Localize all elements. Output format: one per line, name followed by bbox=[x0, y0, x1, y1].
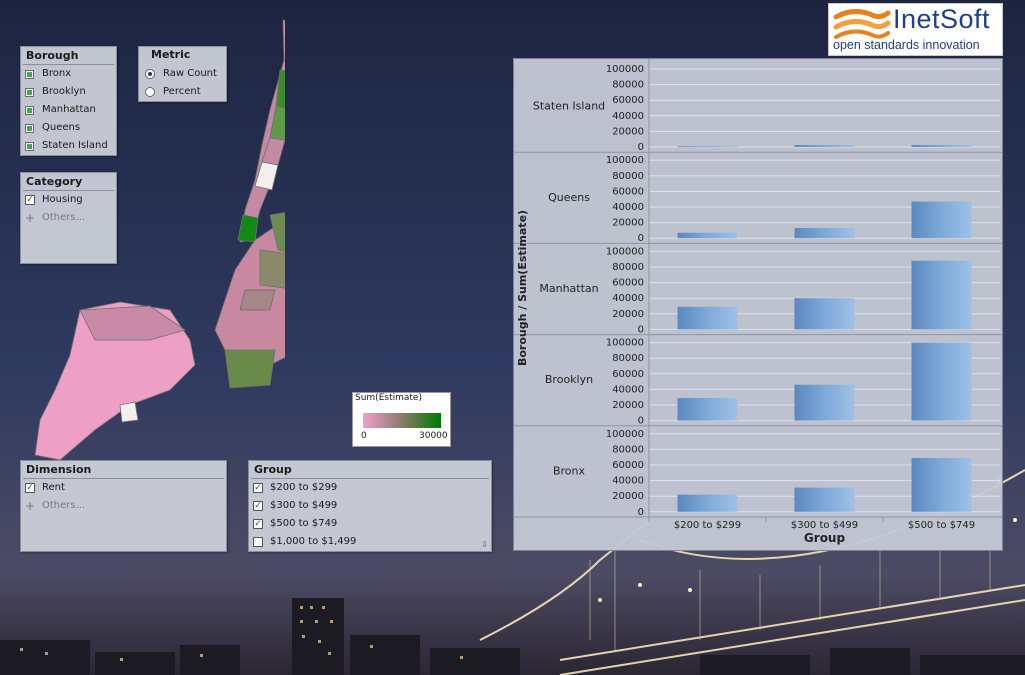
bar bbox=[911, 457, 972, 512]
facet-label: Staten Island bbox=[533, 100, 605, 113]
bar bbox=[794, 487, 855, 512]
y-tick-label: 20000 bbox=[612, 218, 644, 229]
bar bbox=[911, 260, 972, 330]
y-tick-label: 40000 bbox=[612, 293, 644, 304]
bar bbox=[911, 201, 972, 239]
borough-group-bar-chart: 100000 80000 60000 40000 20000 0 Staten Island… bbox=[513, 58, 1003, 551]
y-tick-label: 20000 bbox=[612, 400, 644, 411]
y-tick-label: 0 bbox=[638, 324, 644, 335]
dimension-filter-panel: Dimension ✓ Rent + Others... bbox=[20, 460, 227, 552]
plus-icon: + bbox=[25, 499, 36, 513]
legend-min-label: 0 bbox=[361, 431, 367, 441]
y-tick-label: 40000 bbox=[612, 476, 644, 487]
y-tick-label: 100000 bbox=[606, 155, 644, 166]
x-tick-label: $500 to $749 bbox=[908, 520, 975, 531]
y-tick-label: 40000 bbox=[612, 111, 644, 122]
y-tick-label: 100000 bbox=[606, 64, 644, 75]
x-tick-label: $200 to $299 bbox=[674, 520, 741, 531]
y-tick-label: 0 bbox=[638, 142, 644, 153]
checkbox-unchecked-icon bbox=[253, 537, 263, 547]
bar bbox=[677, 397, 738, 421]
group-item-200-299[interactable]: ✓ $200 to $299 bbox=[249, 479, 491, 497]
legend-color-gradient bbox=[363, 413, 441, 428]
bar bbox=[677, 232, 738, 239]
y-tick-label: 80000 bbox=[612, 262, 644, 273]
bar bbox=[677, 306, 738, 330]
y-tick-label: 80000 bbox=[612, 80, 644, 91]
group-item-300-499[interactable]: ✓ $300 to $499 bbox=[249, 497, 491, 515]
y-tick-label: 60000 bbox=[612, 278, 644, 289]
inetsoft-logo: InetSoft open standards innovation bbox=[828, 3, 1003, 56]
dimension-item-others[interactable]: + Others... bbox=[21, 497, 226, 515]
y-tick-label: 60000 bbox=[612, 369, 644, 380]
logo-tagline: open standards innovation bbox=[833, 38, 980, 52]
facet-label: Brooklyn bbox=[545, 373, 593, 386]
bar bbox=[677, 494, 738, 512]
group-item-500-749[interactable]: ✓ $500 to $749 bbox=[249, 515, 491, 533]
y-tick-label: 20000 bbox=[612, 126, 644, 137]
bar bbox=[911, 342, 972, 421]
y-tick-label: 40000 bbox=[612, 384, 644, 395]
dimension-item-rent[interactable]: ✓ Rent bbox=[21, 479, 226, 497]
nyc-borough-map[interactable] bbox=[25, 10, 285, 460]
map-color-legend: Sum(Estimate) 0 30000 bbox=[352, 392, 451, 447]
bar bbox=[794, 228, 855, 239]
group-item-label: $1,000 to $1,499 bbox=[270, 536, 357, 547]
bar bbox=[794, 298, 855, 330]
bar bbox=[911, 145, 972, 147]
dimension-item-label: Others... bbox=[42, 500, 86, 511]
legend-title: Sum(Estimate) bbox=[355, 393, 422, 403]
y-tick-label: 20000 bbox=[612, 491, 644, 502]
x-tick-label: $300 to $499 bbox=[791, 520, 858, 531]
y-tick-label: 100000 bbox=[606, 338, 644, 349]
logo-brand-text: InetSoft bbox=[893, 4, 991, 34]
group-item-label: $200 to $299 bbox=[270, 482, 338, 493]
y-tick-label: 60000 bbox=[612, 186, 644, 197]
facet-label: Manhattan bbox=[539, 282, 598, 295]
checkbox-checked-icon: ✓ bbox=[253, 501, 263, 511]
checkbox-checked-icon: ✓ bbox=[25, 483, 35, 493]
y-tick-label: 0 bbox=[638, 416, 644, 427]
y-tick-label: 80000 bbox=[612, 353, 644, 364]
x-axis-title: Group bbox=[804, 531, 846, 545]
bar bbox=[677, 146, 738, 148]
y-tick-label: 60000 bbox=[612, 95, 644, 106]
y-tick-label: 60000 bbox=[612, 460, 644, 471]
dimension-filter-title: Dimension bbox=[23, 461, 224, 479]
facet-label: Queens bbox=[548, 191, 590, 204]
y-tick-label: 100000 bbox=[606, 246, 644, 257]
y-tick-label: 80000 bbox=[612, 171, 644, 182]
y-tick-label: 100000 bbox=[606, 429, 644, 440]
legend-max-label: 30000 bbox=[419, 431, 448, 441]
y-tick-label: 0 bbox=[638, 507, 644, 518]
y-axis-title: Borough / Sum(Estimate) bbox=[516, 210, 529, 366]
bar bbox=[794, 384, 855, 421]
group-filter-title: Group bbox=[251, 461, 489, 479]
scroll-down-arrow-icon[interactable]: ⇩ bbox=[481, 540, 488, 549]
group-filter-panel: Group ✓ $200 to $299 ✓ $300 to $499 ✓ $500 … bbox=[248, 460, 492, 552]
group-item-label: $300 to $499 bbox=[270, 500, 338, 511]
y-tick-label: 0 bbox=[638, 233, 644, 244]
group-item-1000-1499[interactable]: $1,000 to $1,499 bbox=[249, 533, 491, 551]
group-item-label: $500 to $749 bbox=[270, 518, 338, 529]
y-tick-label: 80000 bbox=[612, 444, 644, 455]
chart-canvas[interactable]: 100000 80000 60000 40000 20000 0 Staten Island… bbox=[514, 59, 1002, 550]
checkbox-checked-icon: ✓ bbox=[253, 483, 263, 493]
y-tick-label: 20000 bbox=[612, 309, 644, 320]
y-tick-label: 40000 bbox=[612, 202, 644, 213]
facet-label: Bronx bbox=[553, 464, 586, 477]
bar bbox=[794, 145, 855, 147]
dimension-item-label: Rent bbox=[42, 482, 65, 493]
checkbox-checked-icon: ✓ bbox=[253, 519, 263, 529]
